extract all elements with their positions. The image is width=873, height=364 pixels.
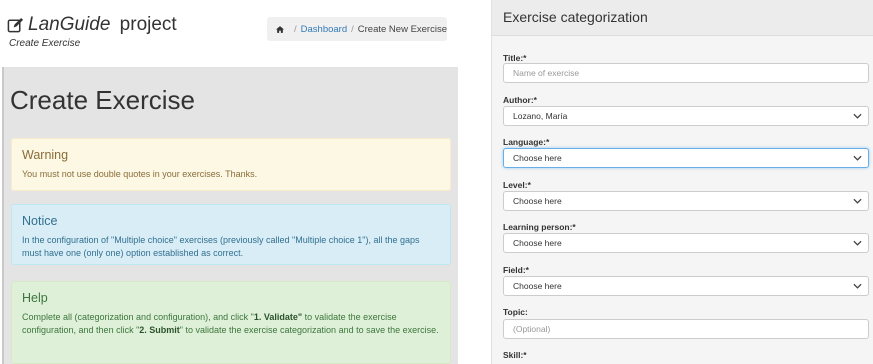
language-label: Language:* xyxy=(503,137,550,147)
warning-heading: Warning xyxy=(22,148,69,162)
help-text-part: Complete all (categorization and configu… xyxy=(22,312,254,322)
level-select[interactable]: Choose here xyxy=(503,191,869,211)
level-label: Level:* xyxy=(503,180,531,190)
warning-alert: Warning You must not use double quotes i… xyxy=(11,138,451,191)
topic-input[interactable]: (Optional) xyxy=(503,319,869,339)
learning-person-label: Learning person:* xyxy=(503,222,576,232)
chevron-down-icon xyxy=(853,283,862,289)
help-text-part: " to validate the exercise categorizatio… xyxy=(179,325,439,335)
notice-text: In the configuration of "Multiple choice… xyxy=(22,235,420,258)
language-select-value: Choose here xyxy=(513,153,562,163)
level-select-value: Choose here xyxy=(513,196,562,206)
edit-icon xyxy=(7,17,24,32)
left-pane: LanGuide project Create Exercise / Dashb… xyxy=(0,0,458,364)
main-content: Create Exercise Warning You must not use… xyxy=(2,67,458,364)
project-name: LanGuide xyxy=(28,14,111,35)
chevron-down-icon xyxy=(853,155,862,161)
project-suffix: project xyxy=(114,14,177,35)
field-select-value: Choose here xyxy=(513,281,562,291)
learning-person-select[interactable]: Choose here xyxy=(503,233,869,253)
chevron-down-icon xyxy=(853,198,862,204)
field-select[interactable]: Choose here xyxy=(503,276,869,296)
skill-label: Skill:* xyxy=(503,350,527,360)
help-text: Complete all (categorization and configu… xyxy=(22,311,440,337)
notice-alert: Notice In the configuration of "Multiple… xyxy=(11,204,451,265)
author-select[interactable]: Lozano, María xyxy=(503,106,869,126)
author-label: Author:* xyxy=(503,95,537,105)
title-label: Title:* xyxy=(503,53,527,63)
language-select[interactable]: Choose here xyxy=(503,148,869,168)
help-submit-label: 2. Submit xyxy=(139,325,180,335)
project-title: LanGuide project xyxy=(7,14,177,36)
project-subtitle: Create Exercise xyxy=(9,38,81,49)
breadcrumb-separator: / xyxy=(351,23,354,35)
title-input[interactable]: Name of exercise xyxy=(503,63,869,83)
breadcrumb-dashboard-link[interactable]: Dashboard xyxy=(301,24,347,35)
breadcrumb-current: Create New Exercise xyxy=(357,23,447,35)
help-heading: Help xyxy=(22,291,48,305)
learning-person-select-value: Choose here xyxy=(513,238,562,248)
author-select-value: Lozano, María xyxy=(513,111,568,121)
notice-heading: Notice xyxy=(22,214,58,228)
categorization-panel: Exercise categorization Title:* Name of … xyxy=(491,0,873,364)
help-alert: Help Complete all (categorization and co… xyxy=(11,281,451,364)
panel-heading: Exercise categorization xyxy=(492,0,873,36)
help-validate-label: 1. Validate" xyxy=(253,312,303,322)
topic-label: Topic: xyxy=(503,307,528,317)
warning-text: You must not use double quotes in your e… xyxy=(22,169,258,179)
chevron-down-icon xyxy=(853,240,862,246)
chevron-down-icon xyxy=(853,113,862,119)
home-icon[interactable] xyxy=(276,24,284,35)
breadcrumb: / Dashboard / Create New Exercise xyxy=(267,17,447,41)
field-label: Field:* xyxy=(503,265,529,275)
page-title: Create Exercise xyxy=(10,85,195,115)
breadcrumb-separator: / xyxy=(294,23,297,35)
